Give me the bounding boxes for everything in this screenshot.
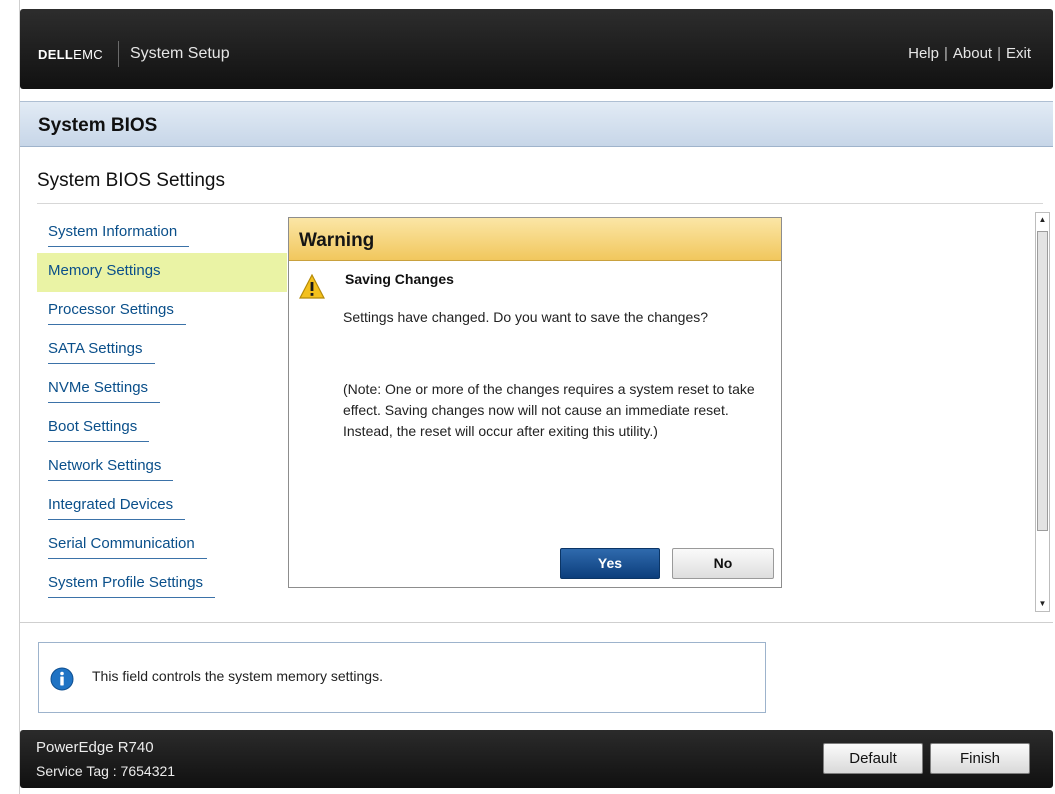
yes-button[interactable]: Yes bbox=[560, 548, 660, 579]
about-link[interactable]: About bbox=[953, 45, 992, 62]
menu-item-system-profile-settings[interactable]: System Profile Settings bbox=[37, 565, 287, 604]
top-header: DELLEMC System Setup Help | About | Exit bbox=[20, 9, 1053, 89]
section-title: System BIOS bbox=[38, 115, 158, 136]
menu-item-processor-settings[interactable]: Processor Settings bbox=[37, 292, 287, 331]
menu-item-label: Boot Settings bbox=[48, 418, 150, 442]
menu-item-label: Processor Settings bbox=[48, 301, 186, 325]
scroll-thumb[interactable] bbox=[1037, 231, 1048, 531]
service-tag: Service Tag : 7654321 bbox=[36, 763, 176, 779]
link-separator: | bbox=[997, 45, 1001, 62]
content-scrollbar[interactable]: ▲ ▼ bbox=[1035, 212, 1050, 612]
system-model: PowerEdge R740 bbox=[36, 739, 154, 756]
scroll-up-arrow-icon[interactable]: ▲ bbox=[1036, 213, 1049, 227]
header-divider bbox=[118, 41, 119, 67]
menu-item-label: Integrated Devices bbox=[48, 496, 186, 520]
menu-item-sata-settings[interactable]: SATA Settings bbox=[37, 331, 287, 370]
dialog-note: (Note: One or more of the changes requir… bbox=[343, 381, 755, 439]
app-title: System Setup bbox=[130, 45, 230, 62]
menu-item-label: Serial Communication bbox=[48, 535, 207, 559]
info-icon bbox=[50, 667, 74, 691]
settings-menu: System Information Memory Settings Proce… bbox=[37, 214, 287, 604]
menu-item-network-settings[interactable]: Network Settings bbox=[37, 448, 287, 487]
menu-item-label: System Profile Settings bbox=[48, 574, 216, 598]
dialog-header: Warning bbox=[289, 218, 781, 261]
no-button[interactable]: No bbox=[672, 548, 774, 579]
dialog-heading: Saving Changes bbox=[345, 271, 454, 287]
header-links: Help | About | Exit bbox=[908, 45, 1031, 62]
dialog-message: Settings have changed. Do you want to sa… bbox=[343, 309, 709, 325]
menu-item-integrated-devices[interactable]: Integrated Devices bbox=[37, 487, 287, 526]
menu-item-system-information[interactable]: System Information bbox=[37, 214, 287, 253]
brand-emc: EMC bbox=[73, 47, 103, 62]
page-title: System BIOS Settings bbox=[37, 170, 225, 191]
menu-item-serial-communication[interactable]: Serial Communication bbox=[37, 526, 287, 565]
menu-item-nvme-settings[interactable]: NVMe Settings bbox=[37, 370, 287, 409]
content-divider bbox=[20, 622, 1053, 623]
help-box: This field controls the system memory se… bbox=[38, 642, 766, 713]
warning-triangle-icon bbox=[299, 274, 325, 299]
exit-link[interactable]: Exit bbox=[1006, 45, 1031, 62]
help-link[interactable]: Help bbox=[908, 45, 939, 62]
menu-item-label: System Information bbox=[48, 223, 190, 247]
finish-button[interactable]: Finish bbox=[930, 743, 1030, 774]
brand-dell: DELL bbox=[38, 47, 74, 62]
link-separator: | bbox=[943, 45, 948, 62]
default-button[interactable]: Default bbox=[823, 743, 923, 774]
menu-item-label: Network Settings bbox=[48, 457, 174, 481]
footer-bar: PowerEdge R740 Service Tag : 7654321 Def… bbox=[20, 730, 1053, 788]
scroll-down-arrow-icon[interactable]: ▼ bbox=[1036, 597, 1049, 611]
warning-dialog: Warning Saving Changes Settings have cha… bbox=[288, 217, 782, 588]
menu-item-label: SATA Settings bbox=[48, 340, 155, 364]
help-text: This field controls the system memory se… bbox=[92, 668, 383, 684]
menu-item-boot-settings[interactable]: Boot Settings bbox=[37, 409, 287, 448]
menu-item-label: Memory Settings bbox=[48, 262, 161, 279]
section-bar: System BIOS bbox=[20, 101, 1053, 147]
menu-item-memory-settings[interactable]: Memory Settings bbox=[37, 253, 287, 292]
page-title-divider bbox=[37, 203, 1043, 204]
dell-emc-logo: DELLEMC bbox=[38, 47, 103, 62]
menu-item-label: NVMe Settings bbox=[48, 379, 161, 403]
dialog-title: Warning bbox=[299, 230, 375, 251]
